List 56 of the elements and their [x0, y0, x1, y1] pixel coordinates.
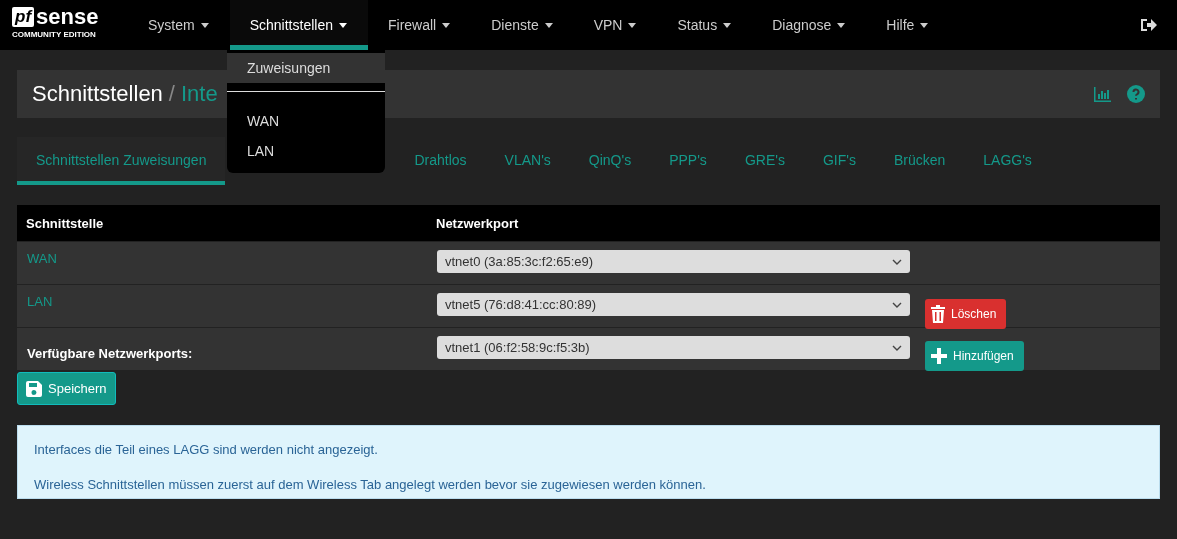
tab[interactable]: Brücken: [874, 137, 965, 185]
tab[interactable]: QinQ's: [569, 137, 651, 185]
row-label: Verfügbare Netzwerkports:: [26, 346, 194, 361]
nav-item[interactable]: Hilfe: [866, 0, 950, 50]
tab[interactable]: GRE's: [725, 137, 804, 185]
tab[interactable]: LAGG's: [964, 137, 1051, 185]
nav-item[interactable]: Schnittstellen: [229, 0, 368, 50]
add-button[interactable]: Hinzufügen: [925, 341, 1024, 371]
logout-icon[interactable]: [1139, 16, 1157, 34]
caret-icon: [338, 22, 347, 28]
chevron-icon: [892, 301, 902, 308]
nav-item[interactable]: Diagnose: [752, 0, 867, 50]
port-select[interactable]: vtnet5 (76:d8:41:cc:80:89): [437, 293, 910, 316]
tab[interactable]: GIF's: [803, 137, 875, 185]
column-header: Schnittstelle: [25, 215, 105, 231]
help-icon[interactable]: [1127, 85, 1145, 103]
info-text: Wireless Schnittstellen müssen zuerst auf dem Wireless Tab angelegt werden bevor sie zugewiesen werden können.: [34, 477, 707, 492]
chart-icon[interactable]: [1093, 85, 1111, 103]
tab[interactable]: Schnittstellen Zuweisungen: [17, 137, 226, 185]
menu-item[interactable]: Zuweisungen: [227, 53, 385, 83]
save-button[interactable]: Speichern: [17, 372, 116, 405]
nav-item[interactable]: System: [128, 0, 230, 50]
page-title: Inte: [181, 81, 218, 107]
breadcrumb-separator: /: [168, 81, 175, 107]
plus-icon: [931, 348, 947, 364]
trash-icon: [931, 305, 945, 323]
tab[interactable]: VLAN's: [485, 137, 570, 185]
caret-icon: [920, 22, 929, 28]
caret-icon: [200, 22, 209, 28]
nav-item[interactable]: Status: [657, 0, 753, 50]
save-icon: [26, 380, 42, 397]
delete-button[interactable]: Löschen: [925, 299, 1007, 329]
port-select[interactable]: vtnet0 (3a:85:3c:f2:65:e9): [437, 250, 910, 273]
nav-item[interactable]: VPN: [573, 0, 658, 50]
edition-label: COMMUNITY EDITION: [12, 30, 97, 39]
nav-item[interactable]: Firewall: [367, 0, 472, 50]
nav-item[interactable]: Dienste: [471, 0, 574, 50]
tab[interactable]: PPP's: [650, 137, 726, 185]
caret-icon: [442, 22, 451, 28]
chevron-icon: [892, 258, 902, 265]
info-text: Interfaces die Teil eines LAGG sind werden nicht angezeigt.: [34, 442, 379, 457]
logo-word[interactable]: sense: [36, 6, 99, 28]
column-header: Netzwerkport: [435, 215, 519, 231]
breadcrumb-link[interactable]: Schnittstellen: [32, 81, 163, 107]
interface-link[interactable]: WAN: [17, 251, 427, 266]
menu-item[interactable]: LAN: [227, 136, 385, 166]
caret-icon: [544, 22, 553, 28]
interface-link[interactable]: LAN: [17, 294, 427, 309]
caret-icon: [628, 22, 637, 28]
caret-icon: [837, 22, 846, 28]
port-select[interactable]: vtnet1 (06:f2:58:9c:f5:3b): [437, 336, 910, 359]
logo-mark[interactable]: pf: [12, 7, 35, 27]
menu-item[interactable]: WAN: [227, 106, 385, 136]
tab[interactable]: Drahtlos: [395, 137, 486, 185]
chevron-icon: [892, 344, 902, 351]
caret-icon: [723, 22, 732, 28]
